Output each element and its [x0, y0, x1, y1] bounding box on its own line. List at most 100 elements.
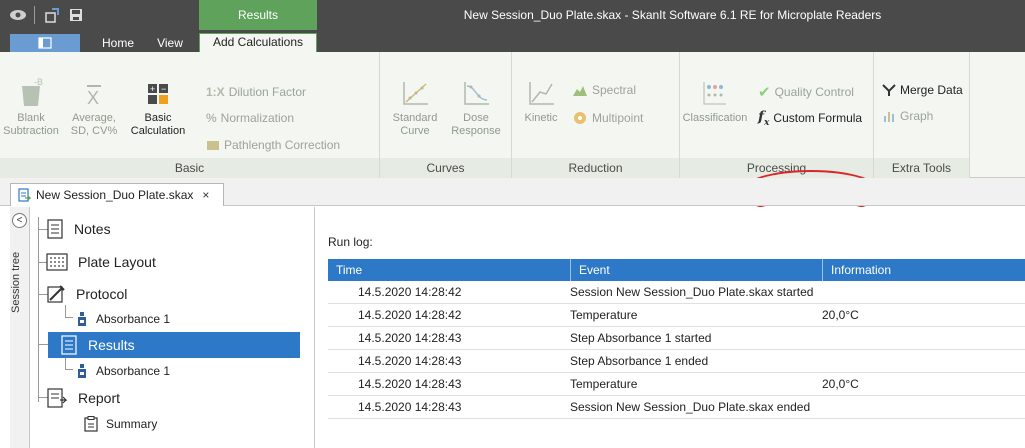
tree-item-notes[interactable]: Notes: [46, 216, 111, 242]
quality-control-button[interactable]: ✔ Quality Control: [758, 83, 854, 101]
table-row[interactable]: 14.5.2020 14:28:43 Temperature 20,0°C: [328, 373, 1025, 396]
tree-connector: [38, 217, 39, 402]
kinetic-icon: [529, 82, 554, 105]
tree-item-results-absorbance[interactable]: Absorbance 1: [76, 358, 170, 384]
save-icon[interactable]: [66, 5, 86, 25]
basic-calculation-button[interactable]: + − Basic Calculation: [126, 78, 190, 138]
spectral-button[interactable]: Spectral: [572, 83, 636, 97]
title-bar: Results New Session_Duo Plate.skax - Ska…: [0, 0, 1025, 30]
table-row[interactable]: 14.5.2020 14:28:43 Session New Session_Du…: [328, 396, 1025, 419]
row-time-cell: 14.5.2020 14:28:43: [358, 400, 462, 414]
new-session-icon[interactable]: [42, 5, 62, 25]
tree-connector: [65, 317, 73, 318]
run-log-header: Time Event Information: [328, 259, 1025, 281]
multipoint-button[interactable]: Multipoint: [572, 110, 643, 126]
summary-icon: [84, 416, 98, 432]
tree-item-results[interactable]: Results: [48, 332, 300, 358]
session-tree-strip: < Session tree: [10, 207, 30, 448]
run-log-table: Time Event Information 14.5.2020 14:28:4…: [328, 259, 1025, 419]
ribbon: -B Blank Subtraction X Average, SD, CV% …: [0, 52, 1025, 214]
tab-add-calculations[interactable]: Add Calculations: [199, 33, 317, 52]
blank-subtraction-icon: -B: [22, 78, 43, 106]
checkmark-icon: ✔: [758, 84, 771, 101]
dilution-icon: 1:X: [206, 85, 225, 99]
merge-icon: [882, 84, 896, 96]
collapse-tree-button[interactable]: <: [12, 213, 27, 228]
graph-button[interactable]: Graph: [882, 109, 933, 123]
row-event-cell: Step Absorbance 1 started: [570, 331, 712, 345]
close-tab-icon[interactable]: ×: [202, 188, 209, 202]
pathlength-correction-button[interactable]: Pathlength Correction: [206, 138, 340, 152]
table-row[interactable]: 14.5.2020 14:28:42 Session New Session_Du…: [328, 281, 1025, 304]
column-header-event[interactable]: Event: [570, 259, 822, 281]
classification-button[interactable]: Classification: [682, 78, 748, 125]
blank-subtraction-button[interactable]: -B Blank Subtraction: [2, 78, 60, 138]
document-tab-label: New Session_Duo Plate.skax: [36, 188, 194, 202]
ribbon-tab-row: Home View Add Calculations: [0, 30, 1025, 52]
column-header-information[interactable]: Information: [822, 259, 1025, 281]
row-event-cell: Session New Session_Duo Plate.skax start…: [570, 285, 814, 299]
row-event-cell: Step Absorbance 1 ended: [570, 354, 709, 368]
document-tab[interactable]: New Session_Duo Plate.skax ×: [10, 183, 224, 206]
svg-text:+: +: [150, 84, 155, 94]
session-tree-label[interactable]: Session tree: [10, 237, 30, 327]
ribbon-group-processing: Classification ✔ Quality Control fx Cust…: [680, 52, 874, 178]
window-title: New Session_Duo Plate.skax - SkanIt Soft…: [463, 8, 882, 22]
average-icon: X: [87, 85, 101, 108]
row-time-cell: 14.5.2020 14:28:43: [358, 331, 462, 345]
spectral-icon: [573, 86, 587, 96]
ribbon-group-reduction: Kinetic Spectral Multipoint Reduction: [512, 52, 680, 178]
row-time-cell: 14.5.2020 14:28:43: [358, 354, 462, 368]
app-logo-icon[interactable]: [8, 5, 28, 25]
document-tab-strip: New Session_Duo Plate.skax ×: [0, 178, 1025, 206]
svg-text:-B: -B: [34, 78, 43, 87]
absorbance-icon: [78, 312, 86, 326]
tab-view[interactable]: View: [146, 34, 194, 52]
session-tree: Notes Plate Layout Protocol Absorbance 1…: [30, 207, 315, 448]
average-sd-cv-button[interactable]: X Average, SD, CV%: [64, 78, 124, 138]
tree-item-plate-layout[interactable]: Plate Layout: [46, 249, 156, 275]
row-time-cell: 14.5.2020 14:28:42: [358, 308, 462, 322]
dose-response-icon: [464, 82, 489, 105]
table-row[interactable]: 14.5.2020 14:28:43 Step Absorbance 1 ende…: [328, 350, 1025, 373]
row-information-cell: 20,0°C: [822, 377, 859, 391]
group-label-curves: Curves: [380, 158, 511, 178]
custom-formula-button[interactable]: fx Custom Formula: [758, 109, 862, 128]
results-icon: [61, 335, 77, 355]
notes-icon: [47, 219, 63, 239]
standard-curve-button[interactable]: Standard Curve: [386, 78, 444, 138]
table-row[interactable]: 14.5.2020 14:28:42 Temperature 20,0°C: [328, 304, 1025, 327]
svg-text:X: X: [87, 88, 99, 108]
run-log-panel: Run log: Time Event Information 14.5.202…: [316, 207, 1025, 448]
table-row[interactable]: 14.5.2020 14:28:43 Step Absorbance 1 star…: [328, 327, 1025, 350]
graph-icon: [884, 112, 894, 122]
ribbon-group-curves: Standard Curve Dose Response Curves: [380, 52, 512, 178]
row-event-cell: Temperature: [570, 308, 638, 322]
file-menu-button[interactable]: [10, 34, 80, 52]
merge-data-button[interactable]: Merge Data: [882, 83, 963, 97]
standard-curve-icon: [403, 82, 428, 105]
column-header-time[interactable]: Time: [328, 259, 570, 281]
dilution-factor-button[interactable]: 1:X Dilution Factor: [206, 85, 306, 99]
row-information-cell: 20,0°C: [822, 308, 859, 322]
context-tab-results: Results: [199, 0, 317, 30]
group-label-extra-tools: Extra Tools: [874, 158, 969, 178]
tree-item-protocol[interactable]: Protocol: [46, 281, 127, 307]
tree-item-summary[interactable]: Summary: [84, 411, 157, 437]
dose-response-button[interactable]: Dose Response: [446, 78, 506, 138]
normalization-button[interactable]: % Normalization: [206, 111, 294, 125]
percent-icon: %: [206, 111, 217, 125]
formula-fx-icon: fx: [758, 109, 770, 128]
kinetic-button[interactable]: Kinetic: [518, 78, 564, 125]
pathlength-icon: [207, 141, 219, 150]
tree-item-protocol-absorbance[interactable]: Absorbance 1: [76, 306, 170, 332]
report-icon: [47, 388, 68, 408]
row-time-cell: 14.5.2020 14:28:43: [358, 377, 462, 391]
tree-item-report[interactable]: Report: [46, 385, 120, 411]
qa-separator: [34, 6, 35, 24]
calculator-icon: + −: [148, 84, 168, 104]
file-menu-icon: [38, 37, 52, 49]
group-label-reduction: Reduction: [512, 158, 679, 178]
plate-layout-icon: [46, 253, 68, 271]
tab-home[interactable]: Home: [90, 34, 146, 52]
